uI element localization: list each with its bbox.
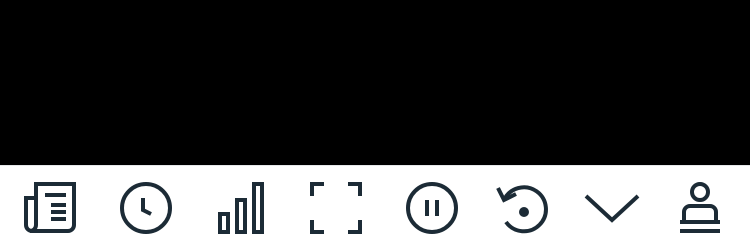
fullscreen-button[interactable] bbox=[306, 178, 366, 238]
pause-icon bbox=[406, 182, 458, 234]
player-toolbar bbox=[0, 165, 750, 250]
pause-button[interactable] bbox=[402, 178, 462, 238]
player-app bbox=[0, 0, 750, 250]
signal-bars-icon bbox=[218, 182, 264, 234]
clock-icon bbox=[120, 182, 172, 234]
replay-icon bbox=[496, 185, 548, 234]
chevron-down-icon bbox=[584, 194, 640, 223]
document-icon bbox=[24, 182, 76, 233]
replay-button[interactable] bbox=[492, 178, 552, 238]
quality-button[interactable] bbox=[212, 178, 272, 238]
profile-button[interactable] bbox=[670, 178, 730, 238]
user-icon bbox=[680, 182, 720, 233]
transcript-button[interactable] bbox=[20, 178, 80, 238]
history-button[interactable] bbox=[116, 178, 176, 238]
collapse-button[interactable] bbox=[582, 178, 642, 238]
fullscreen-icon bbox=[310, 182, 362, 234]
video-viewport[interactable] bbox=[0, 0, 750, 165]
